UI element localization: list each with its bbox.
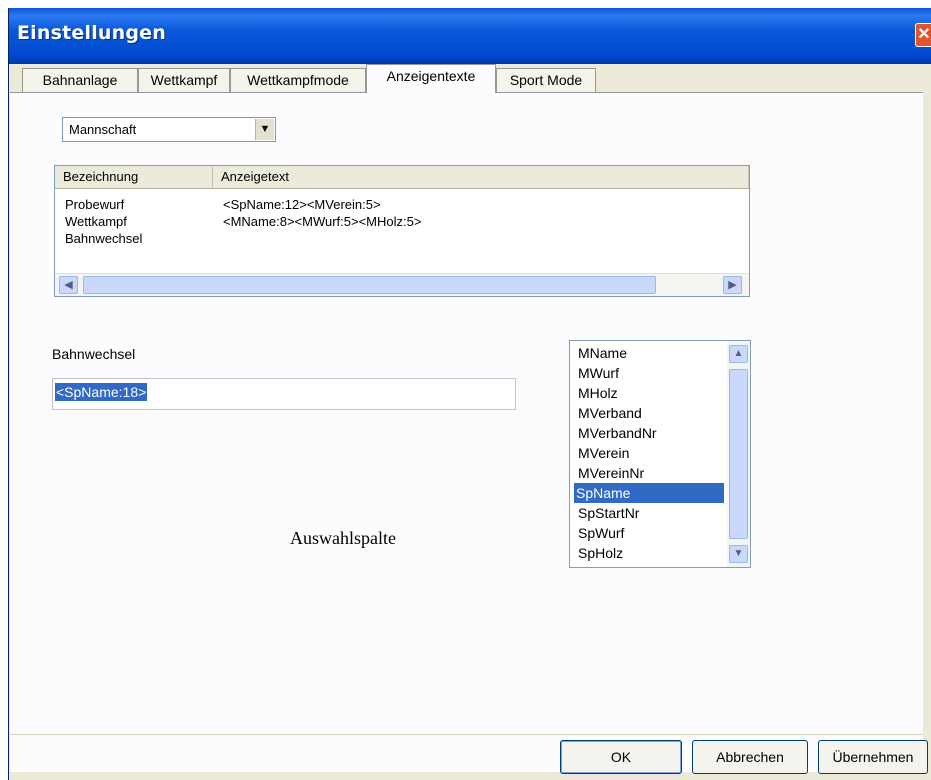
editor-label: Bahnwechsel [52,346,136,362]
scroll-right-icon[interactable]: ▶ [723,276,742,294]
ok-button[interactable]: OK [560,740,682,774]
tab-bahnanlage[interactable]: Bahnanlage [22,68,138,92]
scroll-up-icon[interactable]: ▲ [729,345,748,363]
list-item[interactable]: MVerein [576,443,724,463]
horizontal-scrollbar[interactable]: ◀ ▶ [55,273,749,296]
list-item[interactable]: MName [576,343,724,363]
scroll-down-icon[interactable]: ▼ [729,545,748,563]
close-button[interactable]: ✕ [915,23,931,47]
table-row-text[interactable]: <MName:8><MWurf:5><MHolz:5> [223,213,421,230]
scrollbar-thumb[interactable] [83,276,656,294]
selection-column-caption: Auswahlspalte [290,528,396,548]
table-row-name[interactable]: Wettkampf [65,213,127,230]
tab-wettkampf[interactable]: Wettkampf [138,68,230,92]
mode-select[interactable]: Mannschaft ▼ [62,117,276,142]
list-item[interactable]: MVerbandNr [576,423,724,443]
table-row-name[interactable]: Bahnwechsel [65,230,142,247]
scroll-left-icon[interactable]: ◀ [59,276,78,294]
column-header-bezeichnung[interactable]: Bezeichnung [55,166,213,188]
vertical-scrollbar[interactable]: ▲ ▼ [727,341,750,567]
list-item[interactable]: MHolz [576,383,724,403]
column-header-anzeigetext[interactable]: Anzeigetext [213,166,749,188]
placeholder-listbox[interactable]: MName MWurf MHolz MVerband MVerbandNr MV… [569,340,751,568]
table-row-name[interactable]: Probewurf [65,196,124,213]
footer-divider [10,734,923,735]
tab-anzeigentexte[interactable]: Anzeigentexte [366,64,496,93]
list-item-selected[interactable]: SpName [574,483,724,503]
table-row-text[interactable]: <SpName:12><MVerein:5> [223,196,381,213]
cancel-button[interactable]: Abbrechen [692,740,808,774]
list-item[interactable]: MWurf [576,363,724,383]
scrollbar-thumb[interactable] [729,369,748,539]
table-header: Bezeichnung Anzeigetext [55,166,749,189]
list-item[interactable]: SpStartNr [576,503,724,523]
list-item[interactable]: MVereinNr [576,463,724,483]
apply-button[interactable]: Übernehmen [818,740,928,774]
list-item[interactable]: SpWurf [576,523,724,543]
display-text-input[interactable]: <SpName:18> [52,378,516,410]
close-icon: ✕ [917,26,931,43]
mode-select-value: Mannschaft [69,122,137,137]
window-title: Einstellungen [17,22,166,44]
tab-sport-mode[interactable]: Sport Mode [496,68,596,92]
display-text-value: <SpName:18> [55,383,148,401]
list-item[interactable]: SpHolz [576,543,724,563]
display-text-table[interactable]: Bezeichnung Anzeigetext Probewurf <SpNam… [54,165,750,297]
chevron-down-icon[interactable]: ▼ [255,119,274,140]
tab-wettkampfmode[interactable]: Wettkampfmode [230,68,366,92]
list-item[interactable]: MVerband [576,403,724,423]
title-bar[interactable]: Einstellungen ✕ [9,8,931,64]
